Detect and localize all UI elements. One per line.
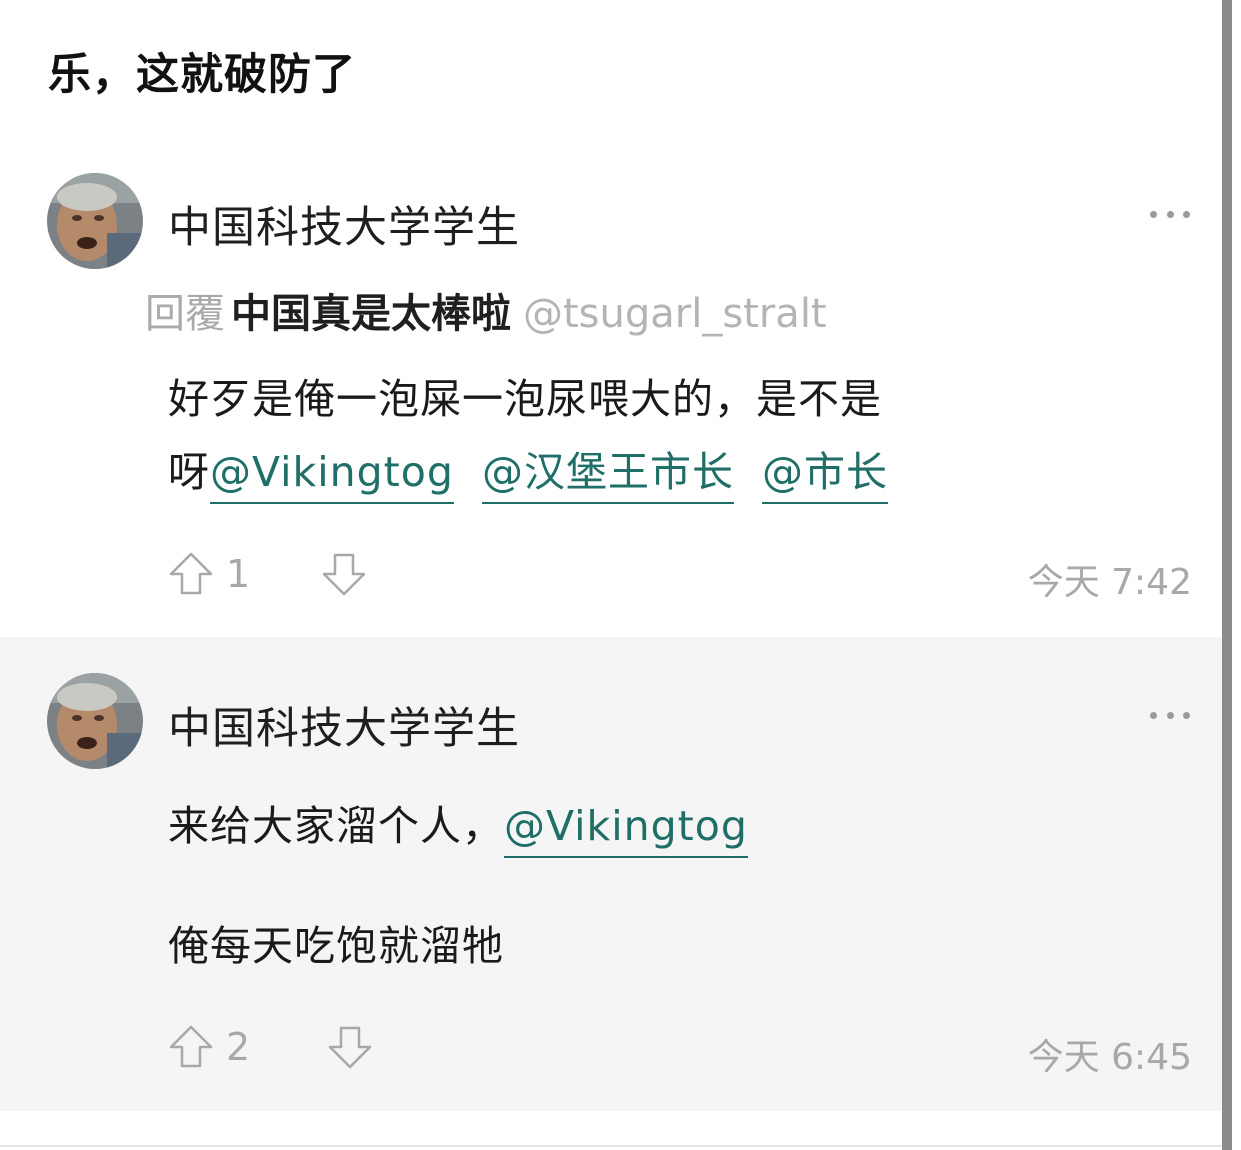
upvote-button[interactable]: 1 xyxy=(168,551,250,597)
username[interactable]: 中国科技大学学生 xyxy=(168,694,520,756)
comment-timestamp: 今天 7:42 xyxy=(1027,562,1192,603)
comment-text: 呀 xyxy=(168,448,210,496)
downvote-arrow-icon xyxy=(322,553,366,596)
reply-target-name[interactable]: 中国真是太棒啦 xyxy=(231,291,511,337)
comment-body-line: 好歹是俺一泡屎一泡尿喂大的，是不是 xyxy=(168,375,882,423)
comment-body-line: 呀@Vikingtog @汉堡王市长 @市长 xyxy=(168,438,889,504)
upvote-count: 2 xyxy=(226,1025,251,1069)
more-options-icon[interactable] xyxy=(1150,708,1190,722)
upvote-count: 1 xyxy=(226,552,251,596)
post-title: 乐，这就破防了 xyxy=(48,50,356,100)
avatar[interactable] xyxy=(47,173,143,269)
comment-item: 中国科技大学学生 来给大家溜个人，@Vikingtog 俺每天吃饱就溜牠 2 今… xyxy=(0,637,1222,1111)
upvote-button[interactable]: 2 xyxy=(168,1024,250,1070)
divider xyxy=(0,1145,1222,1147)
avatar-photo-icon xyxy=(47,673,143,769)
downvote-button[interactable] xyxy=(321,551,367,597)
upvote-arrow-icon xyxy=(169,552,213,595)
comment-timestamp: 今天 6:45 xyxy=(1027,1037,1192,1078)
username[interactable]: 中国科技大学学生 xyxy=(168,193,520,255)
downvote-arrow-icon xyxy=(328,1026,372,1069)
upvote-arrow-icon xyxy=(169,1025,213,1068)
reply-to: 回覆 中国真是太棒啦 @tsugarl_stralt xyxy=(145,281,827,339)
scrollbar[interactable] xyxy=(1222,0,1232,1150)
reply-target-handle[interactable]: @tsugarl_stralt xyxy=(523,291,827,337)
downvote-button[interactable] xyxy=(327,1024,373,1070)
comment-body-line: 俺每天吃饱就溜牠 xyxy=(168,922,504,970)
mention-link[interactable]: @Vikingtog xyxy=(210,448,454,504)
comment-text: 来给大家溜个人， xyxy=(168,802,504,850)
comment-item: 中国科技大学学生 回覆 中国真是太棒啦 @tsugarl_stralt 好歹是俺一泡… xyxy=(0,145,1222,637)
mention-link[interactable]: @市长 xyxy=(762,448,889,504)
mention-link[interactable]: @汉堡王市长 xyxy=(481,448,734,504)
avatar[interactable] xyxy=(47,673,143,769)
more-options-icon[interactable] xyxy=(1150,207,1190,221)
mention-link[interactable]: @Vikingtog xyxy=(504,802,748,858)
avatar-photo-icon xyxy=(47,173,143,269)
reply-label: 回覆 xyxy=(145,291,225,337)
comment-body-line: 来给大家溜个人，@Vikingtog xyxy=(168,792,748,858)
